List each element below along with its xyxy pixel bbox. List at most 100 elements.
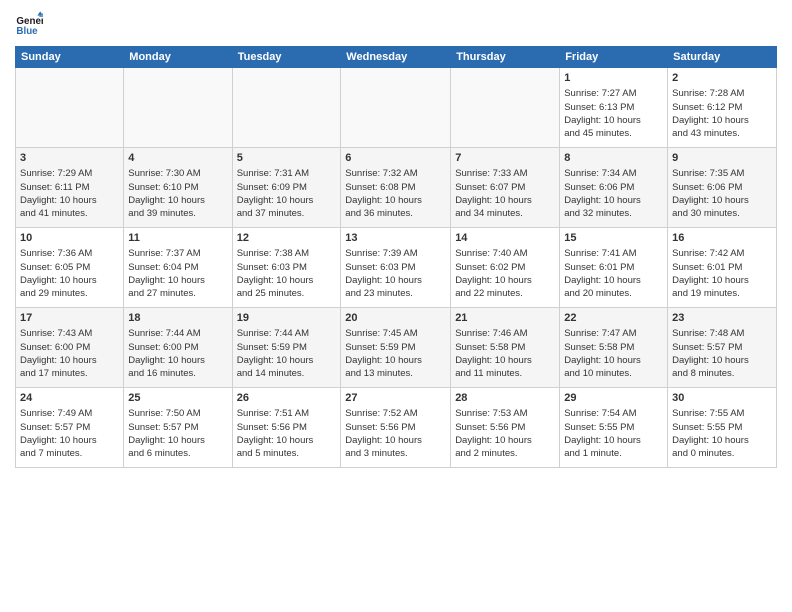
day-info: Sunrise: 7:50 AM — [128, 407, 227, 420]
day-number: 16 — [672, 231, 772, 246]
week-row-1: 1Sunrise: 7:27 AMSunset: 6:13 PMDaylight… — [16, 68, 777, 148]
day-info: and 16 minutes. — [128, 367, 227, 380]
day-info: Daylight: 10 hours — [672, 354, 772, 367]
day-info: Sunrise: 7:45 AM — [345, 327, 446, 340]
day-info: Sunrise: 7:30 AM — [128, 167, 227, 180]
day-info: Sunrise: 7:53 AM — [455, 407, 555, 420]
day-info: Daylight: 10 hours — [455, 354, 555, 367]
day-info: Daylight: 10 hours — [237, 434, 337, 447]
calendar-cell: 30Sunrise: 7:55 AMSunset: 5:55 PMDayligh… — [668, 388, 777, 468]
day-info: Sunset: 6:07 PM — [455, 181, 555, 194]
calendar-cell — [341, 68, 451, 148]
day-info: Daylight: 10 hours — [128, 434, 227, 447]
day-info: Sunset: 6:11 PM — [20, 181, 119, 194]
day-info: Sunset: 6:12 PM — [672, 101, 772, 114]
logo: General Blue — [15, 10, 47, 38]
week-row-2: 3Sunrise: 7:29 AMSunset: 6:11 PMDaylight… — [16, 148, 777, 228]
day-info: Sunrise: 7:38 AM — [237, 247, 337, 260]
day-info: Sunrise: 7:35 AM — [672, 167, 772, 180]
day-info: Sunset: 5:59 PM — [345, 341, 446, 354]
day-info: Sunrise: 7:55 AM — [672, 407, 772, 420]
day-number: 26 — [237, 391, 337, 406]
day-number: 9 — [672, 151, 772, 166]
day-info: Daylight: 10 hours — [20, 434, 119, 447]
day-info: and 30 minutes. — [672, 207, 772, 220]
day-number: 13 — [345, 231, 446, 246]
day-info: and 13 minutes. — [345, 367, 446, 380]
day-info: and 37 minutes. — [237, 207, 337, 220]
day-info: Sunset: 6:05 PM — [20, 261, 119, 274]
day-number: 10 — [20, 231, 119, 246]
day-info: Sunset: 6:01 PM — [564, 261, 663, 274]
day-number: 1 — [564, 71, 663, 86]
day-info: Sunset: 5:55 PM — [672, 421, 772, 434]
day-info: Sunset: 5:59 PM — [237, 341, 337, 354]
day-info: Sunrise: 7:40 AM — [455, 247, 555, 260]
calendar-cell: 28Sunrise: 7:53 AMSunset: 5:56 PMDayligh… — [451, 388, 560, 468]
day-info: Daylight: 10 hours — [672, 194, 772, 207]
day-info: Sunrise: 7:36 AM — [20, 247, 119, 260]
page: General Blue SundayMondayTuesdayWednesda… — [0, 0, 792, 612]
col-header-tuesday: Tuesday — [232, 47, 341, 68]
day-number: 27 — [345, 391, 446, 406]
calendar-cell — [124, 68, 232, 148]
calendar-cell: 4Sunrise: 7:30 AMSunset: 6:10 PMDaylight… — [124, 148, 232, 228]
day-info: Sunrise: 7:29 AM — [20, 167, 119, 180]
day-info: Sunrise: 7:48 AM — [672, 327, 772, 340]
col-header-saturday: Saturday — [668, 47, 777, 68]
day-info: Sunset: 5:58 PM — [564, 341, 663, 354]
calendar-cell — [16, 68, 124, 148]
day-number: 21 — [455, 311, 555, 326]
day-number: 7 — [455, 151, 555, 166]
day-info: and 14 minutes. — [237, 367, 337, 380]
col-header-sunday: Sunday — [16, 47, 124, 68]
day-info: Daylight: 10 hours — [564, 434, 663, 447]
day-info: Sunset: 6:03 PM — [237, 261, 337, 274]
calendar-cell: 26Sunrise: 7:51 AMSunset: 5:56 PMDayligh… — [232, 388, 341, 468]
day-number: 14 — [455, 231, 555, 246]
day-info: Sunset: 6:00 PM — [128, 341, 227, 354]
day-info: Daylight: 10 hours — [672, 114, 772, 127]
day-info: Daylight: 10 hours — [455, 274, 555, 287]
calendar-cell: 14Sunrise: 7:40 AMSunset: 6:02 PMDayligh… — [451, 228, 560, 308]
day-number: 2 — [672, 71, 772, 86]
day-info: and 41 minutes. — [20, 207, 119, 220]
day-info: Sunset: 5:56 PM — [237, 421, 337, 434]
day-number: 28 — [455, 391, 555, 406]
day-info: Sunset: 6:00 PM — [20, 341, 119, 354]
calendar-cell — [232, 68, 341, 148]
calendar-cell: 29Sunrise: 7:54 AMSunset: 5:55 PMDayligh… — [560, 388, 668, 468]
day-info: Sunrise: 7:32 AM — [345, 167, 446, 180]
calendar-cell: 6Sunrise: 7:32 AMSunset: 6:08 PMDaylight… — [341, 148, 451, 228]
day-info: Sunrise: 7:43 AM — [20, 327, 119, 340]
day-info: Sunrise: 7:44 AM — [237, 327, 337, 340]
day-info: Sunrise: 7:39 AM — [345, 247, 446, 260]
calendar-cell: 9Sunrise: 7:35 AMSunset: 6:06 PMDaylight… — [668, 148, 777, 228]
day-info: Sunrise: 7:42 AM — [672, 247, 772, 260]
day-info: Daylight: 10 hours — [455, 434, 555, 447]
calendar-cell: 11Sunrise: 7:37 AMSunset: 6:04 PMDayligh… — [124, 228, 232, 308]
calendar-cell: 27Sunrise: 7:52 AMSunset: 5:56 PMDayligh… — [341, 388, 451, 468]
day-info: and 10 minutes. — [564, 367, 663, 380]
week-row-5: 24Sunrise: 7:49 AMSunset: 5:57 PMDayligh… — [16, 388, 777, 468]
day-number: 4 — [128, 151, 227, 166]
day-info: Daylight: 10 hours — [345, 354, 446, 367]
day-number: 25 — [128, 391, 227, 406]
day-info: Daylight: 10 hours — [564, 274, 663, 287]
day-info: and 34 minutes. — [455, 207, 555, 220]
day-info: Daylight: 10 hours — [237, 274, 337, 287]
day-number: 22 — [564, 311, 663, 326]
day-info: Sunset: 5:56 PM — [345, 421, 446, 434]
calendar-cell: 3Sunrise: 7:29 AMSunset: 6:11 PMDaylight… — [16, 148, 124, 228]
day-info: Sunset: 5:57 PM — [672, 341, 772, 354]
day-info: Sunset: 6:08 PM — [345, 181, 446, 194]
day-info: and 7 minutes. — [20, 447, 119, 460]
week-row-4: 17Sunrise: 7:43 AMSunset: 6:00 PMDayligh… — [16, 308, 777, 388]
calendar-cell: 20Sunrise: 7:45 AMSunset: 5:59 PMDayligh… — [341, 308, 451, 388]
day-info: and 23 minutes. — [345, 287, 446, 300]
header-row: SundayMondayTuesdayWednesdayThursdayFrid… — [16, 47, 777, 68]
day-number: 12 — [237, 231, 337, 246]
calendar-cell: 15Sunrise: 7:41 AMSunset: 6:01 PMDayligh… — [560, 228, 668, 308]
calendar-cell: 21Sunrise: 7:46 AMSunset: 5:58 PMDayligh… — [451, 308, 560, 388]
day-info: Daylight: 10 hours — [128, 354, 227, 367]
